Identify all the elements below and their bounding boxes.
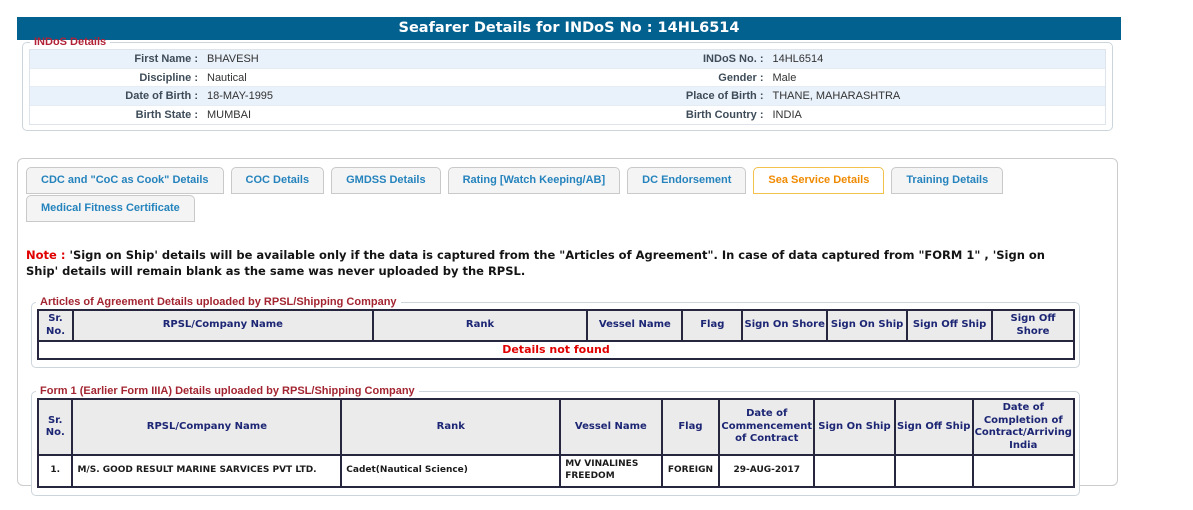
articles-of-agreement-legend: Articles of Agreement Details uploaded b… bbox=[40, 296, 397, 309]
note-label: Note : bbox=[26, 248, 66, 262]
tab-medical-fitness-certificate[interactable]: Medical Fitness Certificate bbox=[26, 195, 195, 222]
tab-dc-endorsement[interactable]: DC Endorsement bbox=[627, 167, 747, 194]
gender-label: Gender : bbox=[718, 71, 764, 84]
col-header-sign-off-ship: Sign Off Ship bbox=[906, 309, 993, 343]
col-header-flag: Flag bbox=[660, 398, 721, 457]
col-header-rank: Rank bbox=[340, 398, 562, 457]
col-header-rank: Rank bbox=[371, 309, 589, 343]
first-name-label: First Name : bbox=[134, 53, 198, 65]
articles-of-agreement-table: Sr. No. RPSL/Company Name Rank Vessel Na… bbox=[37, 309, 1075, 361]
tab-cdc-coc-as-cook-details[interactable]: CDC and "CoC as Cook" Details bbox=[26, 167, 224, 194]
note: Note : 'Sign on Ship' details will be ava… bbox=[26, 247, 1079, 279]
indos-row-birth-state: Birth State : MUMBAI Birth Country : INDIA bbox=[30, 105, 1105, 124]
page-title: Seafarer Details for INDoS No : 14HL6514 bbox=[398, 20, 740, 36]
indos-no-label: INDoS No. : bbox=[703, 53, 764, 65]
col-header-sign-off-shore: Sign Off Shore bbox=[991, 309, 1075, 343]
note-text: 'Sign on Ship' details will be available… bbox=[26, 248, 1045, 279]
col-header-vessel-name: Vessel Name bbox=[586, 309, 684, 343]
discipline-value: Nautical bbox=[207, 71, 247, 84]
form1-section: Form 1 (Earlier Form IIIA) Details uploa… bbox=[31, 385, 1080, 496]
first-name-value: BHAVESH bbox=[207, 53, 259, 65]
col-header-sign-on-ship: Sign On Ship bbox=[826, 309, 909, 343]
gender-value: Male bbox=[772, 71, 797, 84]
indos-details-section: INDoS Details First Name : BHAVESH INDoS … bbox=[22, 36, 1113, 131]
cell-rpsl-company-name: M/S. GOOD RESULT MARINE SARVICES PVT LTD… bbox=[71, 454, 343, 488]
col-header-sr-no: Sr. No. bbox=[36, 398, 74, 457]
tab-training-details[interactable]: Training Details bbox=[891, 167, 1004, 194]
tab-gmdss-details[interactable]: GMDSS Details bbox=[331, 167, 441, 194]
empty-row: Details not found bbox=[37, 340, 1075, 361]
cell-date-of-completion bbox=[971, 454, 1076, 488]
articles-of-agreement-section: Articles of Agreement Details uploaded b… bbox=[31, 296, 1080, 369]
col-header-sign-on-shore: Sign On Shore bbox=[741, 309, 829, 343]
details-not-found-message: Details not found bbox=[37, 340, 1075, 361]
form1-legend: Form 1 (Earlier Form IIIA) Details uploa… bbox=[40, 385, 415, 398]
articles-header-row: Sr. No. RPSL/Company Name Rank Vessel Na… bbox=[37, 309, 1075, 343]
tab-coc-details[interactable]: COC Details bbox=[230, 167, 325, 194]
col-header-rpsl-company-name: RPSL/Company Name bbox=[71, 398, 343, 457]
cell-sr-no: 1. bbox=[36, 454, 74, 488]
indos-no-value: 14HL6514 bbox=[772, 53, 824, 65]
date-of-birth-value: 18-MAY-1995 bbox=[207, 90, 274, 102]
place-of-birth-label: Place of Birth : bbox=[685, 90, 764, 102]
indos-row-discipline: Discipline : Nautical Gender : Male bbox=[30, 68, 1105, 87]
col-header-vessel-name: Vessel Name bbox=[559, 398, 663, 457]
indos-details-legend: INDoS Details bbox=[34, 36, 107, 48]
discipline-label: Discipline : bbox=[139, 71, 198, 84]
cell-date-of-commencement: 29-AUG-2017 bbox=[718, 454, 816, 488]
cell-rank: Cadet(Nautical Science) bbox=[340, 454, 562, 488]
tab-strip-row2: Medical Fitness Certificate bbox=[26, 195, 1117, 222]
col-header-sr-no: Sr. No. bbox=[37, 309, 74, 343]
birth-state-label: Birth State : bbox=[135, 108, 198, 121]
cell-vessel-name: MV VINALINES FREEDOM bbox=[559, 454, 663, 488]
cell-flag: FOREIGN bbox=[660, 454, 721, 488]
cell-sign-on-ship bbox=[813, 454, 896, 488]
birth-country-label: Birth Country : bbox=[685, 108, 764, 121]
col-header-date-of-commencement: Date of Commencement of Contract bbox=[718, 398, 816, 457]
table-row: 1. M/S. GOOD RESULT MARINE SARVICES PVT … bbox=[36, 454, 1076, 488]
col-header-sign-on-ship: Sign On Ship bbox=[813, 398, 896, 457]
form1-table: Sr. No. RPSL/Company Name Rank Vessel Na… bbox=[36, 398, 1076, 488]
col-header-date-of-completion: Date of Completion of Contract/Arriving … bbox=[971, 398, 1076, 457]
tab-sea-service-details[interactable]: Sea Service Details bbox=[753, 167, 885, 194]
cell-sign-off-ship bbox=[893, 454, 974, 488]
place-of-birth-value: THANE, MAHARASHTRA bbox=[772, 90, 901, 102]
indos-row-birth-date: Date of Birth : 18-MAY-1995 Place of Birt… bbox=[30, 87, 1105, 106]
col-header-rpsl-company-name: RPSL/Company Name bbox=[71, 309, 374, 343]
date-of-birth-label: Date of Birth : bbox=[125, 90, 198, 102]
birth-country-value: INDIA bbox=[772, 108, 802, 121]
col-header-flag: Flag bbox=[681, 309, 744, 343]
tab-content-panel: CDC and "CoC as Cook" Details COC Detail… bbox=[17, 158, 1118, 496]
col-header-sign-off-ship: Sign Off Ship bbox=[893, 398, 974, 457]
form1-header-row: Sr. No. RPSL/Company Name Rank Vessel Na… bbox=[36, 398, 1076, 457]
tab-rating-watch-keeping-ab[interactable]: Rating [Watch Keeping/AB] bbox=[447, 167, 621, 194]
tab-strip-row1: CDC and "CoC as Cook" Details COC Detail… bbox=[26, 167, 1117, 194]
birth-state-value: MUMBAI bbox=[207, 108, 251, 121]
indos-details-rows: First Name : BHAVESH INDoS No. :14HL6514 … bbox=[29, 49, 1106, 125]
indos-row-name: First Name : BHAVESH INDoS No. : 14HL6514 bbox=[30, 50, 1105, 69]
